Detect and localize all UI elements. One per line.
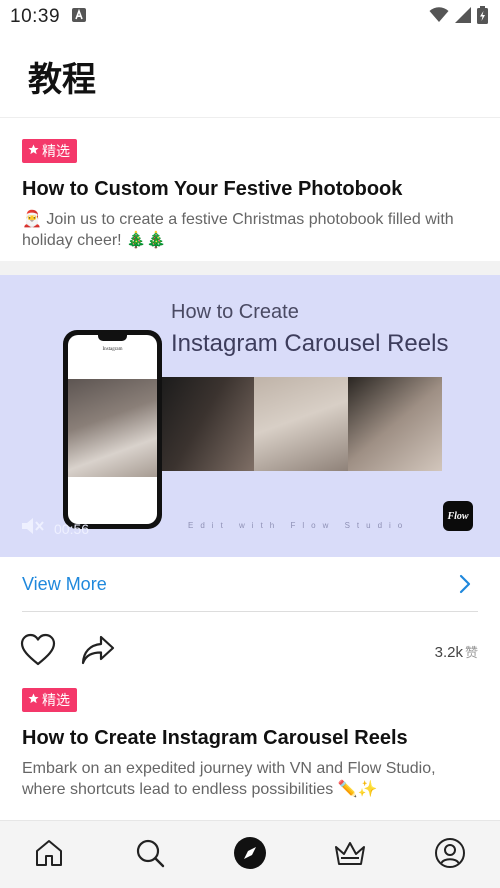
view-more-row[interactable]: View More [0, 557, 500, 613]
star-icon [28, 143, 39, 159]
profile-icon [434, 837, 466, 874]
tab-search[interactable] [132, 837, 168, 873]
signal-icon [455, 6, 471, 28]
video-duration: 00:56 [54, 520, 90, 537]
bottom-tab-bar [0, 820, 500, 888]
section-divider [0, 261, 500, 275]
phone-post-photo [68, 379, 157, 477]
tutorial-card-description: Embark on an expedited journey with VN a… [22, 760, 436, 798]
tab-premium[interactable] [332, 837, 368, 873]
share-icon[interactable] [80, 634, 116, 671]
video-heading-line2: Instagram Carousel Reels [171, 330, 449, 357]
like-count-value: 3.2k [434, 644, 463, 661]
phone-app-name: Instagram [102, 347, 123, 352]
page-header: 教程 [0, 34, 500, 118]
notification-a-icon [72, 7, 87, 27]
tab-profile[interactable] [432, 837, 468, 873]
like-count: 3.2k 赞 [435, 642, 478, 661]
page-title: 教程 [28, 60, 96, 100]
wifi-icon [429, 6, 449, 28]
like-count-unit: 赞 [464, 646, 478, 661]
clock: 10:39 [10, 6, 61, 27]
battery-icon [477, 5, 488, 29]
phone-mockup: Instagram [63, 330, 162, 529]
action-bar: 3.2k 赞 [0, 627, 500, 675]
tab-home[interactable] [31, 837, 67, 873]
search-icon [134, 837, 166, 874]
tab-discover[interactable] [232, 836, 268, 875]
featured-card-title[interactable]: How to Custom Your Festive Photobook [22, 178, 402, 201]
star-icon [28, 692, 39, 708]
video-player[interactable]: How to Create Instagram Carousel Reels E… [0, 275, 500, 557]
portrait-photo-1 [160, 377, 254, 471]
divider [22, 611, 478, 612]
portrait-photo-3 [348, 377, 442, 471]
tutorial-card-title[interactable]: How to Create Instagram Carousel Reels [22, 727, 408, 750]
tutorial-card[interactable]: 精选 How to Create Instagram Carousel Reel… [0, 688, 500, 810]
crown-icon [333, 838, 367, 873]
featured-card-description: 🎅 Join us to create a festive Christmas … [22, 211, 454, 249]
home-icon [33, 837, 65, 874]
portrait-photo-2 [254, 377, 348, 471]
featured-badge: 精选 [22, 688, 77, 712]
carousel-photo-strip [160, 377, 442, 471]
featured-badge-label: 精选 [42, 693, 70, 709]
featured-card[interactable]: 精选 How to Custom Your Festive Photobook … [0, 119, 500, 261]
video-heading-line1: How to Create [171, 301, 299, 323]
heart-icon[interactable] [20, 633, 56, 672]
featured-badge-label: 精选 [42, 144, 70, 160]
chevron-right-icon[interactable] [458, 573, 472, 600]
status-bar: 10:39 [0, 0, 500, 34]
mute-icon[interactable] [20, 515, 46, 542]
video-watermark: Edit with Flow Studio [188, 521, 410, 530]
featured-badge: 精选 [22, 139, 77, 163]
view-more-link[interactable]: View More [22, 574, 107, 595]
flow-logo: Flow [443, 501, 473, 531]
compass-icon [233, 836, 267, 875]
